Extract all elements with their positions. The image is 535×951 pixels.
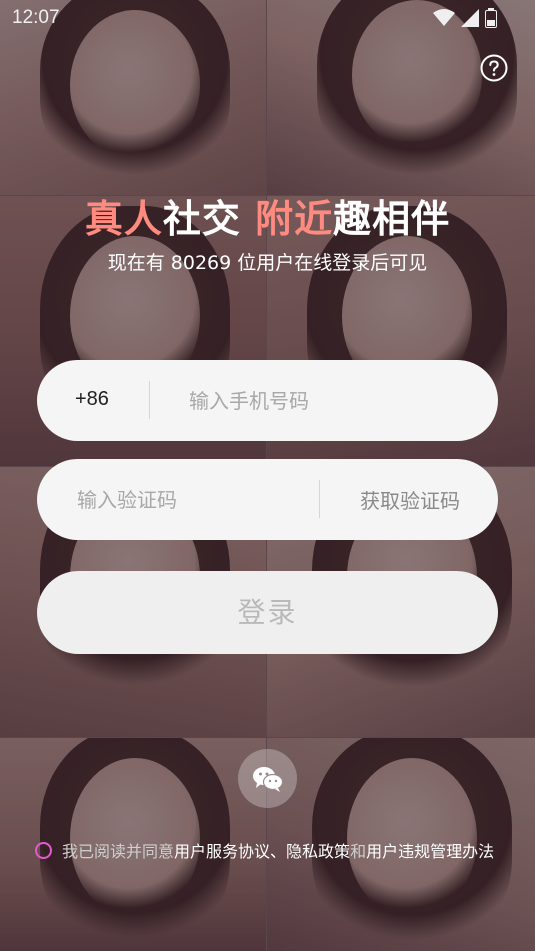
status-icons bbox=[433, 8, 497, 28]
agreement-row: 我已阅读并同意用户服务协议、隐私政策和用户违规管理办法 bbox=[35, 838, 494, 862]
user-service-agreement-link[interactable]: 用户服务协议 bbox=[174, 842, 270, 861]
help-button[interactable] bbox=[480, 54, 508, 82]
wechat-login-button[interactable] bbox=[238, 749, 297, 808]
wifi-icon bbox=[433, 9, 455, 26]
violation-rules-link[interactable]: 用户违规管理办法 bbox=[366, 842, 494, 861]
signal-icon bbox=[461, 9, 479, 27]
code-field: 获取验证码 bbox=[37, 459, 498, 540]
divider bbox=[149, 381, 150, 419]
headline-text: 趣相伴 bbox=[333, 197, 451, 241]
phone-input[interactable] bbox=[187, 382, 481, 420]
get-code-button[interactable]: 获取验证码 bbox=[360, 485, 460, 514]
wechat-icon bbox=[252, 766, 283, 792]
agreement-prefix: 我已阅读并同意 bbox=[62, 842, 175, 861]
battery-icon bbox=[485, 8, 497, 28]
status-time: 12:07 bbox=[12, 7, 60, 28]
headline-highlight: 附近 bbox=[255, 197, 334, 241]
country-code[interactable]: +86 bbox=[75, 388, 109, 411]
divider bbox=[319, 480, 320, 518]
help-icon bbox=[480, 54, 508, 82]
login-button[interactable]: 登录 bbox=[37, 571, 498, 654]
headline-text: 社交 bbox=[162, 197, 256, 241]
online-count-subtitle: 现在有 80269 位用户在线登录后可见 bbox=[107, 252, 428, 274]
privacy-policy-link[interactable]: 隐私政策 bbox=[286, 842, 350, 861]
headline-highlight: 真人 bbox=[84, 197, 163, 241]
agreement-text: 我已阅读并同意用户服务协议、隐私政策和用户违规管理办法 bbox=[62, 838, 494, 862]
agreement-separator: 、 bbox=[270, 842, 287, 861]
verification-code-input[interactable] bbox=[75, 481, 339, 519]
phone-field: +86 bbox=[37, 360, 498, 441]
agreement-separator: 和 bbox=[350, 842, 367, 861]
headline: 真人社交 附近趣相伴 bbox=[0, 188, 535, 243]
agree-checkbox[interactable] bbox=[35, 841, 52, 859]
